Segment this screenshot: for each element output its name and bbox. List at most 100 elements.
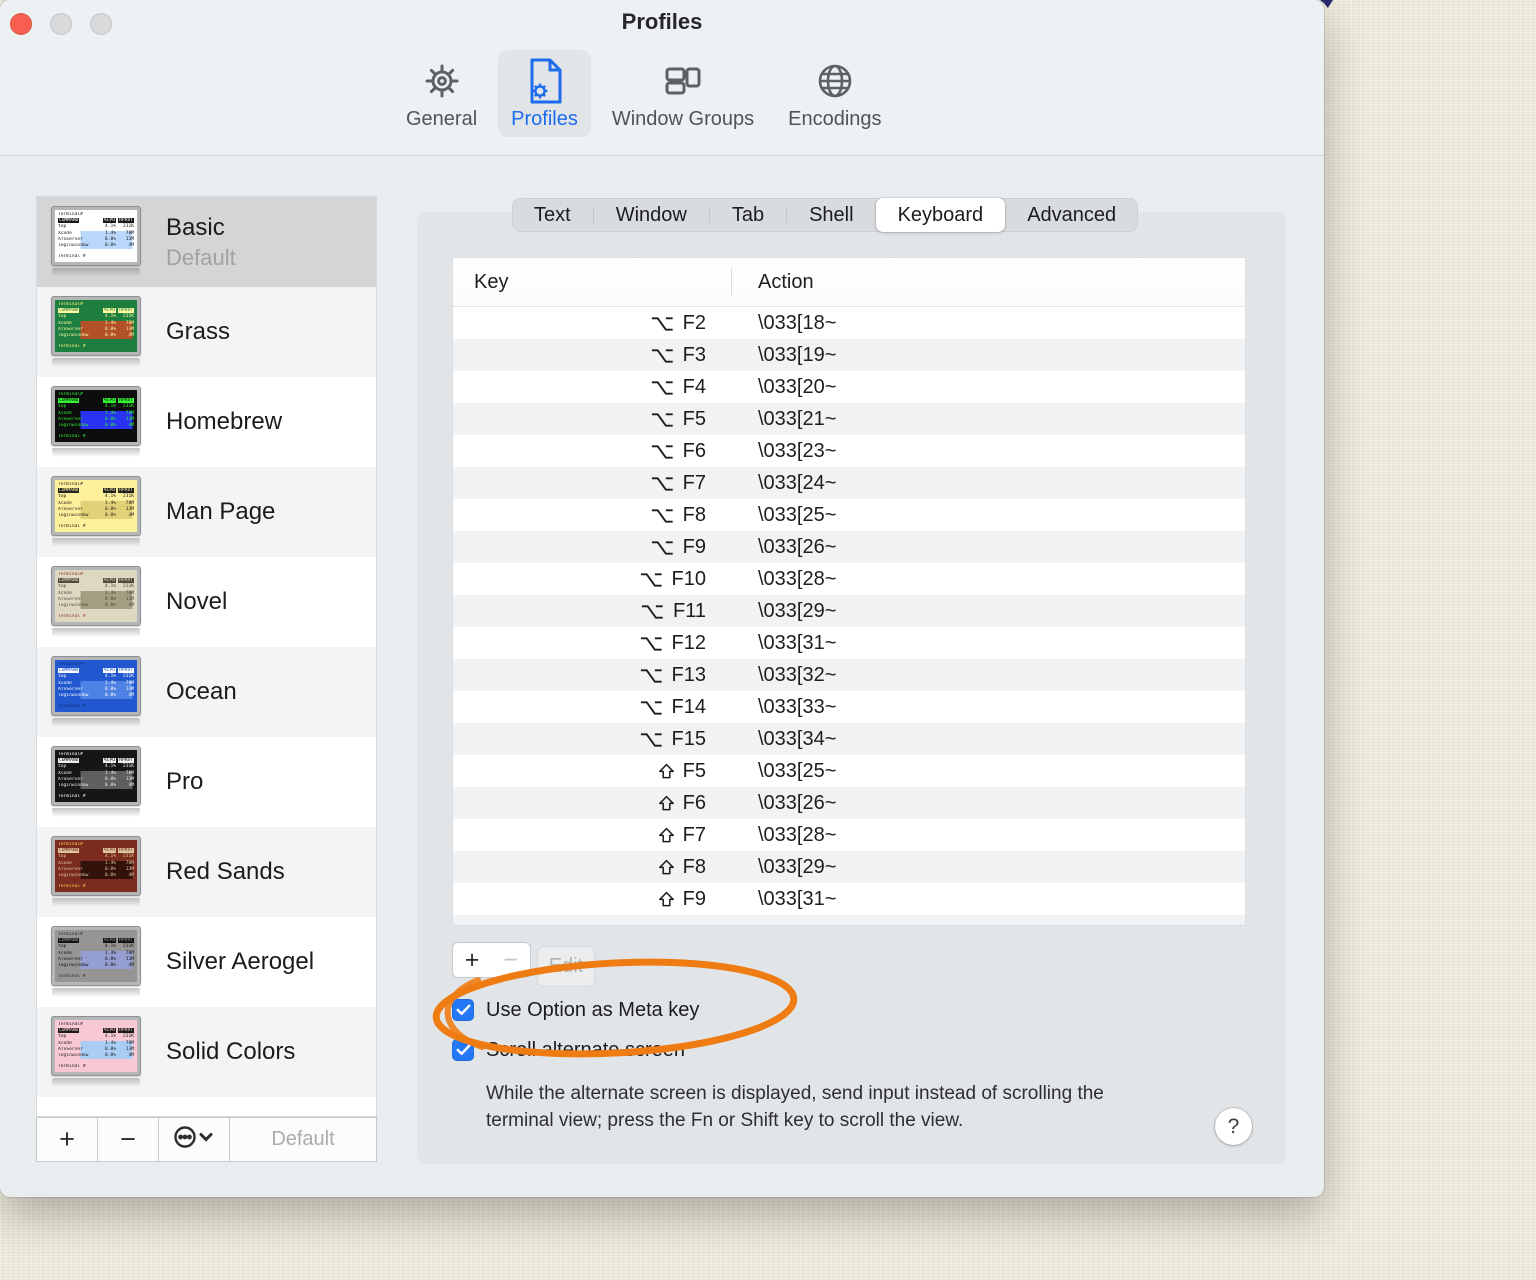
toolbar-items: General Profiles Window Groups Encodings — [393, 50, 895, 137]
key-label: F7 — [682, 471, 706, 494]
keybinding-row[interactable]: F7 \033[28~ — [453, 819, 1245, 851]
action-cell: \033[19~ — [758, 343, 837, 366]
key-cell: F10 — [453, 568, 732, 591]
key-cell: F2 — [453, 312, 732, 335]
profile-text: Man Page — [166, 498, 275, 526]
thumbnail-reflection — [52, 358, 140, 367]
edit-binding-button[interactable]: Edit — [537, 946, 595, 987]
shift-icon — [658, 859, 675, 876]
action-cell: \033[21~ — [758, 407, 837, 430]
profile-item-pro[interactable]: Terminal# COMMAND %CPU RPRVT top 4.1% 231K Xcod… — [37, 737, 376, 827]
action-cell: \033[28~ — [758, 823, 837, 846]
tab-tab[interactable]: Tab — [710, 198, 786, 232]
alternate-screen-help-text: While the alternate screen is displayed,… — [486, 1083, 1104, 1131]
key-label: F2 — [682, 311, 706, 334]
keybinding-row[interactable]: F7 \033[24~ — [453, 467, 1245, 499]
key-cell: F6 — [453, 440, 732, 463]
option-icon — [650, 475, 675, 492]
profile-item-ocean[interactable]: Terminal# COMMAND %CPU RPRVT top 4.1% 231K Xcod… — [37, 647, 376, 737]
profile-item-red-sands[interactable]: Terminal# COMMAND %CPU RPRVT top 4.1% 231K Xcod… — [37, 827, 376, 917]
thumbnail-reflection — [52, 808, 140, 817]
profile-item-silver-aerogel[interactable]: Terminal# COMMAND %CPU RPRVT top 4.1% 231K Xcod… — [37, 917, 376, 1007]
action-cell: \033[26~ — [758, 791, 837, 814]
action-cell: \033[28~ — [758, 567, 837, 590]
toolbar-item-general[interactable]: General — [393, 50, 490, 137]
profile-thumbnail: Terminal# COMMAND %CPU RPRVT top 4.1% 231K Xcod… — [52, 567, 140, 637]
use-option-as-meta-checkbox[interactable]: Use Option as Meta key — [452, 997, 699, 1023]
option-icon — [639, 571, 664, 588]
add-binding-button[interactable]: + — [452, 942, 492, 978]
more-options-icon — [173, 1125, 215, 1154]
profile-item-novel[interactable]: Terminal# COMMAND %CPU RPRVT top 4.1% 231K Xcod… — [37, 557, 376, 647]
key-label: F5 — [682, 407, 706, 430]
profile-thumbnail: Terminal# COMMAND %CPU RPRVT top 4.1% 231K Xcod… — [52, 387, 140, 457]
action-cell: \033[31~ — [758, 631, 837, 654]
keybinding-row[interactable]: F13 \033[32~ — [453, 659, 1245, 691]
toolbar-item-encodings[interactable]: Encodings — [775, 50, 894, 137]
profile-item-solid-colors[interactable]: Terminal# COMMAND %CPU RPRVT top 4.1% 231K Xcod… — [37, 1007, 376, 1097]
tab-shell[interactable]: Shell — [787, 198, 875, 232]
profile-item-grass[interactable]: Terminal# COMMAND %CPU RPRVT top 4.1% 231K Xcod… — [37, 287, 376, 377]
help-button[interactable]: ? — [1215, 1108, 1252, 1145]
keybinding-row[interactable]: F9 \033[31~ — [453, 883, 1245, 915]
action-cell: \033[34~ — [758, 727, 837, 750]
thumbnail-reflection — [52, 898, 140, 907]
option-icon — [639, 635, 664, 652]
keybinding-row[interactable]: F6 \033[26~ — [453, 787, 1245, 819]
table-body: F2 \033[18~ F3 \033[19~ F4 \033[20~ F5 \033[21~… — [453, 307, 1245, 915]
more-options-button[interactable] — [159, 1118, 230, 1161]
key-cell: F14 — [453, 696, 732, 719]
keybinding-row[interactable]: F9 \033[26~ — [453, 531, 1245, 563]
profile-text: Grass — [166, 318, 230, 346]
add-profile-button[interactable]: + — [37, 1118, 98, 1161]
keybinding-row[interactable]: F2 \033[18~ — [453, 307, 1245, 339]
keybinding-row[interactable]: F3 \033[19~ — [453, 339, 1245, 371]
profile-name: Man Page — [166, 498, 276, 525]
action-cell: \033[29~ — [758, 599, 837, 622]
scroll-alternate-screen-checkbox[interactable]: Scroll alternate screen — [452, 1037, 685, 1063]
option-icon — [650, 347, 675, 364]
profile-name: Basic — [166, 213, 225, 241]
key-cell: F13 — [453, 664, 732, 687]
action-cell: \033[31~ — [758, 887, 837, 910]
profile-text: Novel — [166, 588, 227, 616]
default-button[interactable]: Default — [230, 1118, 376, 1161]
key-label: F10 — [671, 567, 706, 590]
keybinding-row[interactable]: F5 \033[25~ — [453, 755, 1245, 787]
keybinding-row[interactable]: F11 \033[29~ — [453, 595, 1245, 627]
profile-text: Solid Colors — [166, 1038, 295, 1066]
profile-item-basic[interactable]: Terminal# COMMAND %CPU RPRVT top 4.1% 231K Xcod… — [37, 197, 376, 287]
key-cell: F9 — [453, 536, 732, 559]
checkbox-label: Use Option as Meta key — [486, 998, 700, 1021]
keybinding-row[interactable]: F8 \033[29~ — [453, 851, 1245, 883]
key-cell: F11 — [453, 600, 732, 623]
toolbar-item-window-groups[interactable]: Window Groups — [599, 50, 767, 137]
thumbnail-reflection — [52, 628, 140, 637]
keybinding-row[interactable]: F8 \033[25~ — [453, 499, 1245, 531]
keybinding-row[interactable]: F10 \033[28~ — [453, 563, 1245, 595]
tab-advanced[interactable]: Advanced — [1005, 198, 1138, 232]
keybinding-row[interactable]: F6 \033[23~ — [453, 435, 1245, 467]
profile-item-man-page[interactable]: Terminal# COMMAND %CPU RPRVT top 4.1% 231K Xcod… — [37, 467, 376, 557]
shift-icon — [658, 795, 675, 812]
keybinding-row[interactable]: F15 \033[34~ — [453, 723, 1245, 755]
keybinding-row[interactable]: F5 \033[21~ — [453, 403, 1245, 435]
keybinding-row[interactable]: F12 \033[31~ — [453, 627, 1245, 659]
key-label: F13 — [671, 663, 706, 686]
profile-name: Ocean — [166, 678, 237, 705]
tab-keyboard[interactable]: Keyboard — [875, 198, 1006, 232]
tab-text[interactable]: Text — [512, 198, 593, 232]
action-cell: \033[29~ — [758, 855, 837, 878]
profile-item-homebrew[interactable]: Terminal# COMMAND %CPU RPRVT top 4.1% 231K Xcod… — [37, 377, 376, 467]
profile-thumbnail: Terminal# COMMAND %CPU RPRVT top 4.1% 231K Xcod… — [52, 477, 140, 547]
toolbar-item-profiles[interactable]: Profiles — [498, 50, 591, 137]
keybinding-row[interactable]: F14 \033[33~ — [453, 691, 1245, 723]
action-cell: \033[25~ — [758, 759, 837, 782]
profiles-list-footer: + − Default — [36, 1117, 377, 1162]
remove-binding-button[interactable]: − — [491, 942, 531, 978]
tab-window[interactable]: Window — [594, 198, 709, 232]
keybinding-row[interactable]: F4 \033[20~ — [453, 371, 1245, 403]
remove-profile-button[interactable]: − — [98, 1118, 159, 1161]
thumbnail-reflection — [52, 538, 140, 547]
action-cell: \033[26~ — [758, 535, 837, 558]
